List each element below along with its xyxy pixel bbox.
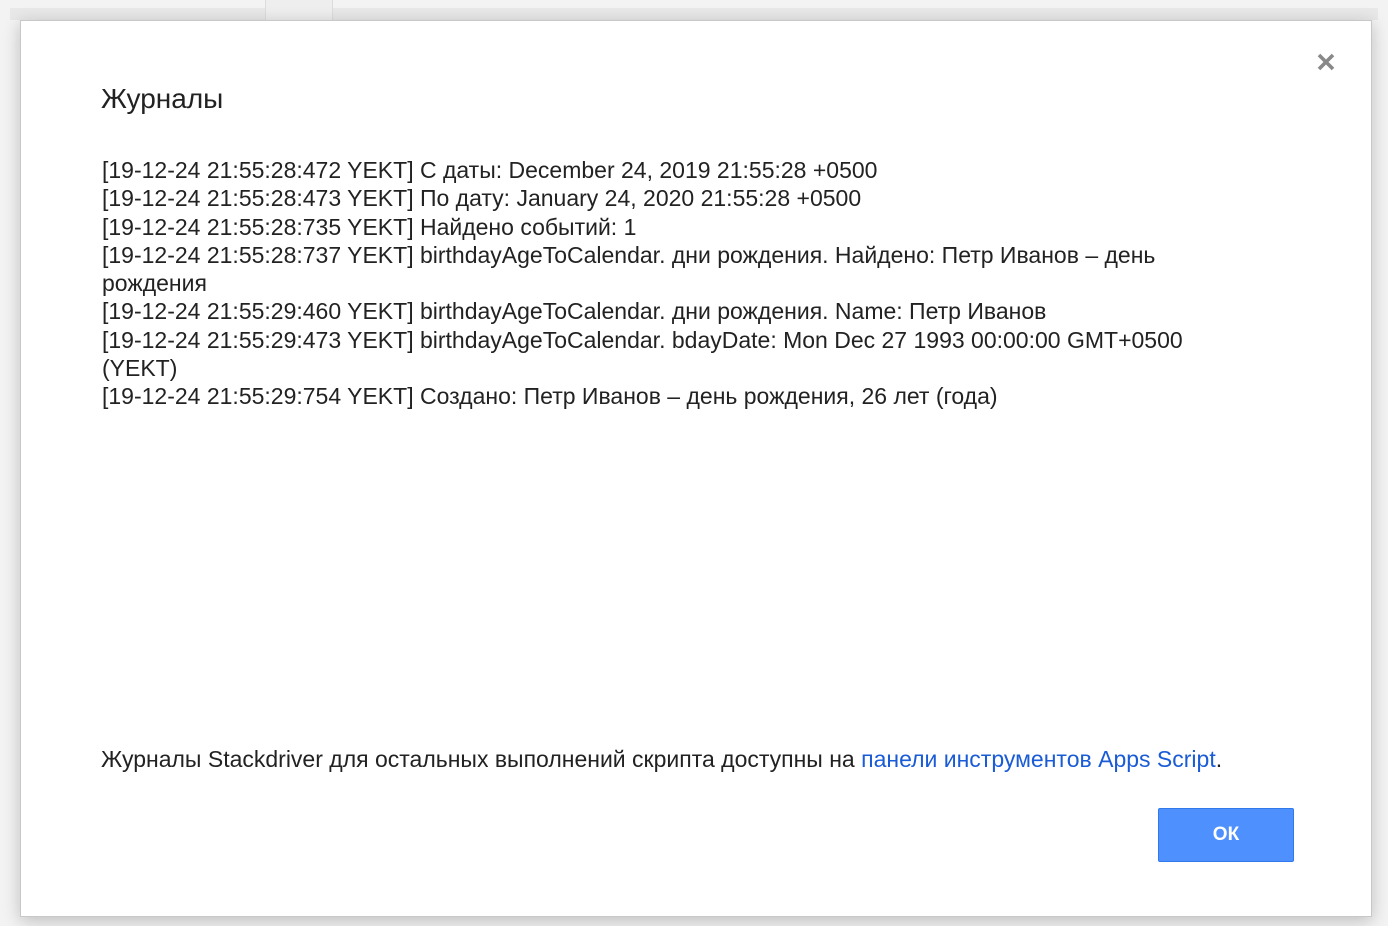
stackdriver-note: Журналы Stackdriver для остальных выполн… <box>101 746 1222 773</box>
log-line: [19-12-24 21:55:28:473 YEKT] По дату: Ja… <box>102 185 862 212</box>
log-line: [19-12-24 21:55:28:735 YEKT] Найдено соб… <box>102 213 637 240</box>
logs-dialog: Журналы [19-12-24 21:55:28:472 YEKT] С д… <box>20 20 1372 917</box>
log-output: [19-12-24 21:55:28:472 YEKT] С даты: Dec… <box>102 156 1192 411</box>
background-toolbar <box>10 8 1378 20</box>
log-line: [19-12-24 21:55:28:472 YEKT] С даты: Dec… <box>102 157 878 183</box>
apps-script-dashboard-link[interactable]: панели инструментов Apps Script <box>861 746 1216 772</box>
footer-suffix: . <box>1215 746 1223 772</box>
footer-prefix: Журналы Stackdriver для остальных выполн… <box>101 746 862 772</box>
background-tab <box>265 0 333 20</box>
dialog-title: Журналы <box>101 83 224 114</box>
close-button[interactable] <box>1311 47 1341 77</box>
log-line: [19-12-24 21:55:29:473 YEKT] birthdayAge… <box>102 326 1183 382</box>
close-icon <box>1317 53 1335 71</box>
ok-button[interactable]: ОК <box>1158 808 1294 862</box>
log-line: [19-12-24 21:55:28:737 YEKT] birthdayAge… <box>102 241 1156 297</box>
log-line: [19-12-24 21:55:29:460 YEKT] birthdayAge… <box>102 298 1047 325</box>
log-line: [19-12-24 21:55:29:754 YEKT] Создано: Пе… <box>102 383 998 410</box>
